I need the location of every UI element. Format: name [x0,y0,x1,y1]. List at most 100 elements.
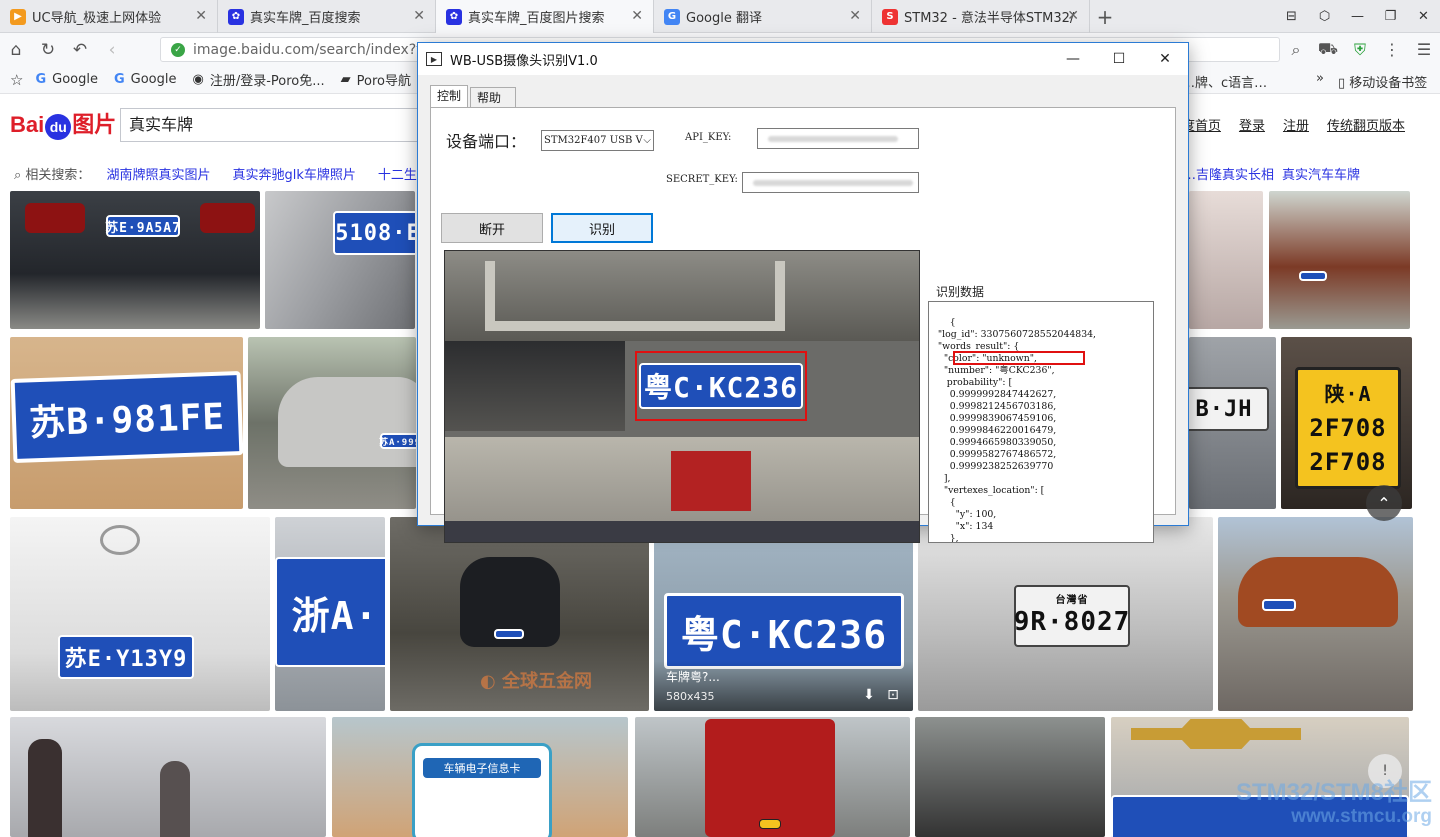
secure-icon: ✓ [171,42,185,57]
shield-icon[interactable]: ⛨ [1344,40,1376,60]
related-link[interactable]: 真实汽车车牌 [1282,164,1360,183]
download-icon[interactable]: ⬇ [861,687,877,703]
close-icon[interactable]: ✕ [195,8,207,24]
link-register[interactable]: 注册 [1283,115,1309,134]
license-plate [1299,271,1327,281]
result-image[interactable] [915,717,1105,837]
result-image[interactable]: 台灣省 9R·8027 [918,517,1213,711]
baidu-logo[interactable]: Bai du 图片 [10,107,116,140]
result-image[interactable]: 浙A· [275,517,385,711]
result-image-hovered[interactable]: 粤C·KC236 车牌粤?... 580x435 ⬇ ⊡ [654,517,913,711]
app-icon: ▶ [426,52,442,66]
scene-truck [671,451,751,511]
undo-icon[interactable]: ↶ [64,34,96,66]
close-icon[interactable]: ✕ [1142,43,1188,75]
result-image[interactable] [10,717,326,837]
uc-icon: ▶ [10,8,26,25]
tab-list-icon[interactable]: ⊟ [1275,0,1308,33]
secret-key-field[interactable] [742,172,919,193]
related-link[interactable]: 湖南牌照真实图片 [106,164,210,183]
close-icon[interactable]: ✕ [413,8,425,24]
license-plate: B·JH [1189,387,1269,431]
new-tab-button[interactable]: + [1090,0,1120,33]
extension-icon[interactable]: ⬡ [1308,0,1341,33]
tab-title: Google 翻译 [686,11,762,26]
link-login[interactable]: 登录 [1239,115,1265,134]
watermark-logo: ◐ 全球五金网 [480,671,592,692]
link-classic-paging[interactable]: 传统翻页版本 [1327,115,1405,134]
bookmark-poro-nav[interactable]: ▰ Poro导航 [341,70,411,89]
close-window-icon[interactable]: ✕ [1407,0,1440,33]
window-title-bar[interactable]: ▶ WB-USB摄像头识别V1.0 — ☐ ✕ [418,43,1188,75]
bookmark-google-1[interactable]: G Google [35,72,98,87]
browser-tab-baidu-image[interactable]: ✿ 真实车牌_百度图片搜索 ✕ [436,0,654,33]
result-image[interactable]: B·JH [1189,337,1276,509]
cart-icon[interactable]: ⛟ [1312,39,1344,60]
reload-icon[interactable]: ↻ [32,34,64,66]
close-icon[interactable]: ✕ [849,8,861,24]
maximize-icon[interactable]: ☐ [1096,43,1142,75]
tab-title: 真实车牌_百度图片搜索 [468,11,605,26]
similar-search-icon[interactable]: ⊡ [885,687,901,703]
related-link[interactable]: …吉隆真实长相 [1183,164,1274,183]
license-plate: 粤C·KC236 [664,593,904,669]
scene-car [445,341,625,431]
chevron-right-icon[interactable]: » [1316,71,1324,86]
back-icon[interactable]: ‹ [96,34,128,66]
result-image[interactable]: 车辆电子信息卡 [332,717,628,837]
bookmark-overflow[interactable]: …牌、c语言… [1182,72,1267,91]
restore-icon[interactable]: ❐ [1374,0,1407,33]
scene-strip [445,521,919,542]
minimize-icon[interactable]: — [1341,0,1374,33]
translate-icon: G [664,8,680,25]
browser-tab-stm32[interactable]: S STM32 - 意法半导体STM32/ ✕ [872,0,1090,33]
result-image[interactable]: ◐ 全球五金网 [390,517,649,711]
result-image[interactable]: 苏B·981FE [10,337,243,509]
related-link[interactable]: 真实奔驰glk车牌照片 [232,164,355,183]
tab-control[interactable]: 控制 [430,85,469,107]
close-icon[interactable]: ✕ [631,8,643,24]
minimize-icon[interactable]: — [1050,43,1096,75]
api-key-field[interactable] [757,128,919,149]
close-icon[interactable]: ✕ [1067,8,1079,24]
search-icon: ⌕ [14,167,26,183]
more-icon[interactable]: ⋮ [1376,40,1408,59]
star-icon[interactable]: ☆ [10,71,23,89]
mobile-bookmarks[interactable]: ▯ 移动设备书签 [1338,72,1427,91]
result-image[interactable]: 苏A·999 [248,337,416,509]
scroll-to-top-button[interactable]: ⌃ [1366,485,1402,521]
poro-icon: ◉ [192,72,204,87]
result-image[interactable] [1269,191,1410,329]
license-plate: 台灣省 9R·8027 [1014,585,1130,647]
result-image[interactable] [1189,191,1263,329]
license-plate: 苏E·Y13Y9 [58,635,194,679]
image-title[interactable]: 车牌粤?... [666,668,720,685]
url-text: image.baidu.com/search/index?tn [193,41,431,58]
folder-icon: ▰ [340,72,351,87]
result-image[interactable] [1218,517,1413,711]
camera-preview: 粤C·KC236 [444,250,920,543]
person [28,739,62,837]
result-image[interactable]: 5108·E [265,191,415,329]
recognize-button[interactable]: 识别 [551,213,653,243]
search-icon[interactable]: ⌕ [1280,40,1312,60]
result-image[interactable]: 苏E·9A5A7 [10,191,260,329]
result-image[interactable]: 苏E·Y13Y9 [10,517,270,711]
home-icon[interactable]: ⌂ [0,34,32,66]
recognition-result-text[interactable]: { "log_id": 3307560728552044834, "words_… [928,301,1154,543]
bookmark-poro[interactable]: ◉ 注册/登录-Poro免... [192,70,324,89]
image-size: 580x435 [666,690,715,703]
result-image[interactable]: 陕·A 2F708 2F708 [1281,337,1412,509]
license-plate: 苏B·981FE [10,371,243,463]
port-select[interactable]: STM32F407 USB V ⌵ [541,130,654,151]
tab-help[interactable]: 帮助 [470,87,517,107]
menu-icon[interactable]: ☰ [1408,40,1440,59]
related-link[interactable]: 十二生 [378,164,417,183]
browser-tab-google-translate[interactable]: G Google 翻译 ✕ [654,0,872,33]
disconnect-button[interactable]: 断开 [441,213,543,243]
browser-tab-uc[interactable]: ▶ UC导航_极速上网体验 ✕ [0,0,218,33]
browser-tab-baidu-search[interactable]: ✿ 真实车牌_百度搜索 ✕ [218,0,436,33]
license-plate: 苏E·9A5A7 [105,215,180,237]
bookmark-google-2[interactable]: G Google [114,72,177,87]
result-image[interactable] [635,717,910,837]
